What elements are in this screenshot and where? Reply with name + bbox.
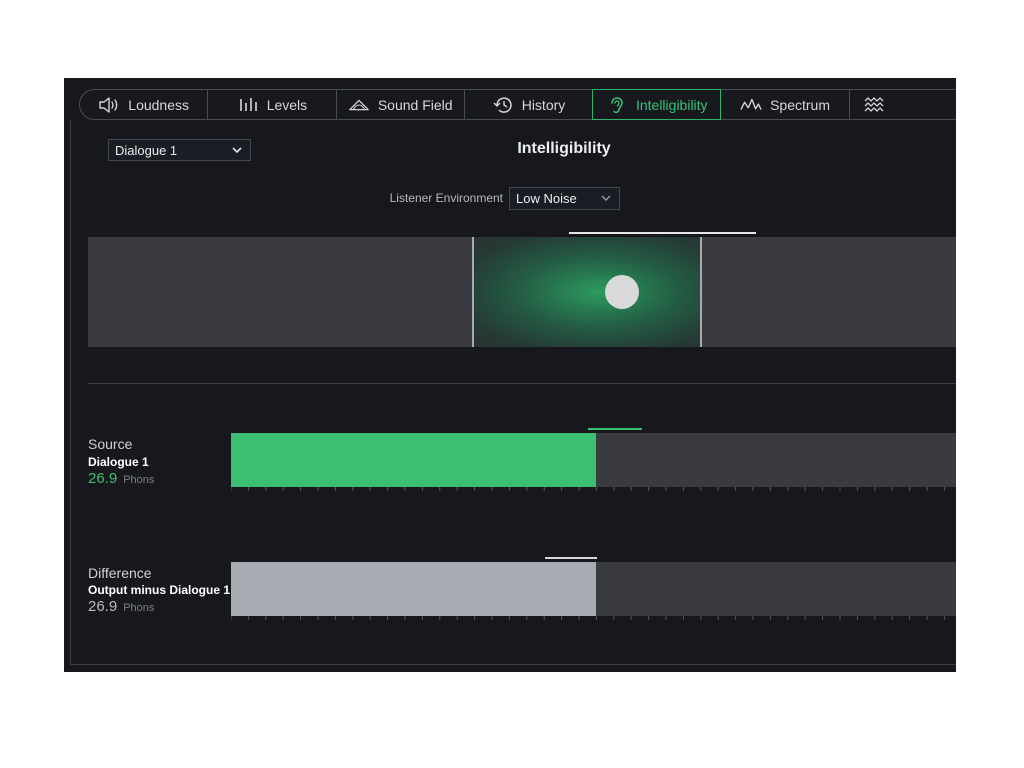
tab-sound-field[interactable]: Sound Field (335, 89, 465, 120)
section-divider (88, 383, 956, 384)
intelligibility-target-zone (472, 237, 702, 347)
speaker-icon (98, 96, 120, 114)
ear-icon (606, 96, 628, 114)
source-meter-value: 26.9 Phons (88, 470, 154, 487)
tab-intelligibility-label: Intelligibility (635, 96, 708, 113)
listener-environment-value: Low Noise (516, 191, 577, 206)
spectrogram-icon (864, 96, 886, 114)
tab-loudness-label: Loudness (128, 96, 189, 113)
sound-field-icon (348, 96, 370, 114)
tab-history-label: History (521, 96, 566, 113)
difference-meter-number: 26.9 (88, 598, 118, 615)
listener-environment-label: Listener Environment (389, 191, 503, 205)
tab-levels[interactable]: Levels (207, 89, 337, 120)
intelligibility-field (88, 237, 956, 347)
listener-environment-select[interactable]: Low Noise (509, 187, 620, 210)
chevron-down-icon (230, 143, 244, 157)
tab-bar: Loudness Levels Sound Field History Inte… (79, 89, 956, 120)
page-title: Intelligibility (517, 140, 611, 157)
intelligibility-panel: Loudness Levels Sound Field History Inte… (64, 78, 956, 672)
difference-peak-marker (545, 557, 597, 559)
spectrum-icon (740, 96, 762, 114)
difference-meter-ticks (231, 616, 956, 622)
difference-meter-track (231, 562, 956, 616)
tab-loudness[interactable]: Loudness (79, 89, 209, 120)
tab-sound-field-label: Sound Field (377, 96, 453, 113)
levels-icon (237, 96, 259, 114)
source-select-value: Dialogue 1 (115, 142, 178, 158)
source-meter-unit: Phons (123, 474, 155, 486)
source-meter-sublabel: Dialogue 1 (88, 455, 149, 469)
environment-range-indicator (569, 232, 756, 234)
tab-spectrum[interactable]: Spectrum (720, 89, 850, 120)
source-meter-fill (231, 433, 596, 487)
tab-history[interactable]: History (463, 89, 594, 120)
tab-spectrum-label: Spectrum (770, 96, 830, 113)
tab-spectrogram[interactable] (848, 89, 956, 120)
source-meter-label: Source (88, 436, 133, 452)
frame-border (70, 120, 71, 665)
frame-border (70, 664, 956, 665)
source-select[interactable]: Dialogue 1 (108, 139, 251, 161)
source-meter-track (231, 433, 956, 487)
tab-levels-label: Levels (266, 96, 308, 113)
difference-meter-value: 26.9 Phons (88, 598, 154, 615)
history-icon (492, 96, 514, 114)
difference-meter-sublabel: Output minus Dialogue 1 (88, 583, 231, 597)
source-peak-marker (588, 428, 642, 430)
chevron-down-icon (599, 192, 613, 206)
tab-intelligibility[interactable]: Intelligibility (592, 89, 722, 120)
source-meter-number: 26.9 (88, 470, 118, 487)
difference-meter-unit: Phons (123, 602, 155, 614)
difference-meter-fill (231, 562, 596, 616)
source-meter-ticks (231, 487, 956, 493)
intelligibility-position-marker (605, 275, 639, 309)
difference-meter-label: Difference (88, 565, 152, 581)
